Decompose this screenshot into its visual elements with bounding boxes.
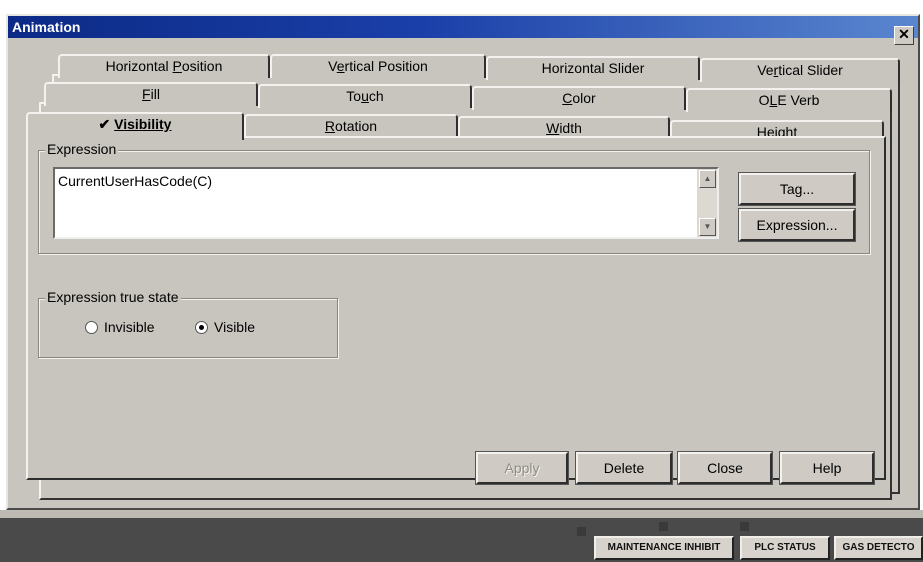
visibility-panel: Expression CurrentUserHasCode(C) ▲ ▼ Tag… [26, 136, 886, 485]
tab-label: E Verb [777, 92, 820, 108]
close-icon[interactable]: ✕ [894, 26, 914, 45]
tab-label: O [758, 92, 770, 108]
tab-label-accel: V [114, 116, 124, 132]
tag-button[interactable]: Tag... [738, 172, 856, 206]
help-button[interactable]: Help [779, 451, 875, 485]
tab-label: tical Slider [778, 62, 843, 78]
tab-label-accel: C [562, 90, 573, 106]
tab-label: olor [572, 90, 596, 106]
expression-value: CurrentUserHasCode(C) [58, 173, 213, 189]
close-button[interactable]: Close [677, 451, 773, 485]
expression-button[interactable]: Expression... [738, 208, 856, 242]
tab-fill[interactable]: Fill [44, 82, 258, 106]
tab-label: ill [150, 86, 160, 102]
radio-label: Visible [214, 319, 255, 335]
tab-label: rtical Position [344, 58, 428, 74]
tab-label: ch [368, 88, 384, 104]
expression-scrollbar[interactable]: ▲ ▼ [697, 169, 717, 237]
invisible-radio[interactable]: Invisible [85, 319, 155, 335]
tab-label-accel: R [324, 118, 336, 134]
tab-label: Horizontal Slider [541, 60, 645, 76]
visible-radio[interactable]: Visible [195, 319, 255, 335]
plc-status-button[interactable]: PLC STATUS [740, 536, 830, 560]
radio-empty-icon [85, 321, 98, 334]
tab-label-accel: u [361, 88, 369, 104]
tab-visibility[interactable]: ✔ Visibility [26, 112, 244, 140]
tab-label: otation [335, 118, 378, 134]
expression-group: Expression CurrentUserHasCode(C) ▲ ▼ Tag… [38, 141, 870, 254]
tab-label: Horizontal [105, 58, 173, 74]
tab-label: ✔ [98, 116, 115, 132]
scroll-down-icon[interactable]: ▼ [699, 218, 716, 236]
tab-horizontal-position[interactable]: Horizontal Position [58, 54, 270, 78]
tab-label: V [328, 58, 337, 74]
tab-label-accel: F [142, 86, 151, 102]
tab-touch[interactable]: Touch [258, 84, 472, 108]
expression-group-label: Expression [45, 141, 119, 157]
apply-button[interactable]: Apply [475, 451, 569, 485]
tab-rotation[interactable]: Rotation [244, 114, 458, 138]
status-marker [740, 522, 749, 531]
animation-dialog: Animation ✕ Horizontal Position Vertical… [6, 14, 920, 510]
status-marker [577, 527, 586, 536]
tab-label: idth [559, 120, 582, 136]
tab-label: Ve [757, 62, 774, 78]
delete-button[interactable]: Delete [575, 451, 673, 485]
expression-input[interactable]: CurrentUserHasCode(C) ▲ ▼ [53, 167, 719, 239]
scroll-up-icon[interactable]: ▲ [699, 170, 716, 188]
tab-color[interactable]: Color [472, 86, 686, 110]
maintenance-inhibit-button[interactable]: MAINTENANCE INHIBIT [594, 536, 734, 560]
radio-selected-icon [195, 321, 208, 334]
tab-label: osition [181, 58, 223, 74]
tab-label-accel: P [172, 58, 182, 74]
tab-label-accel: W [546, 120, 560, 136]
status-marker [659, 522, 668, 531]
tab-label: isibility [123, 116, 172, 132]
tab-ole-verb[interactable]: OLE Verb [686, 88, 892, 112]
tab-label-accel: e [336, 58, 345, 74]
radio-label: Invisible [104, 319, 155, 335]
gas-detector-button[interactable]: GAS DETECTO [834, 536, 923, 560]
tab-horizontal-slider[interactable]: Horizontal Slider [486, 56, 700, 80]
dialog-title: Animation [8, 16, 918, 38]
tab-label: To [346, 88, 362, 104]
expression-true-state-group: Expression true state Invisible Visible [38, 289, 338, 358]
tab-vertical-position[interactable]: Vertical Position [270, 54, 486, 78]
tab-vertical-slider[interactable]: Vertical Slider [700, 58, 900, 82]
true-state-group-label: Expression true state [45, 289, 181, 305]
